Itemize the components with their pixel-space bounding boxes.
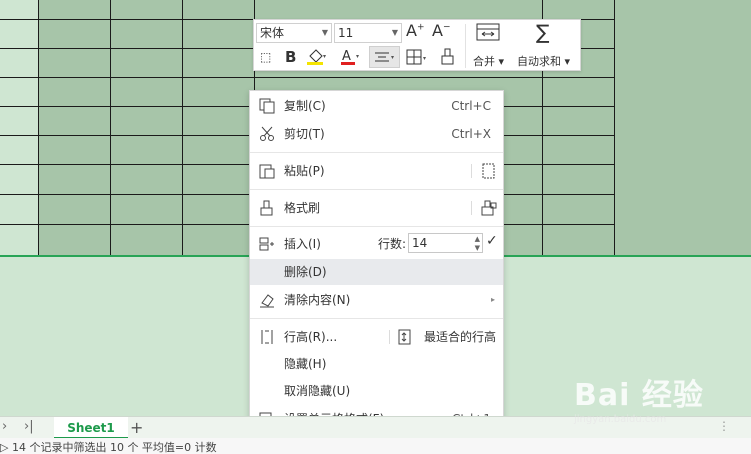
menu-item-label: 复制(C): [284, 99, 326, 113]
best-fit-icon: [398, 329, 411, 345]
menu-divider: [471, 164, 472, 178]
menu-item-label: 格式刷: [284, 201, 321, 215]
rows-count-label: 行数:: [378, 237, 407, 251]
menu-divider: [250, 189, 503, 190]
confirm-check-icon[interactable]: ✓: [486, 233, 498, 249]
toolbar-divider: [465, 24, 466, 68]
font-size-select[interactable]: 11 ▼: [334, 23, 402, 43]
add-sheet-icon[interactable]: +: [130, 417, 143, 439]
menu-item-hide[interactable]: 隐藏(H): [250, 351, 503, 377]
svg-text:▾: ▾: [391, 54, 394, 61]
copy-icon: [259, 98, 275, 114]
menu-item-paste[interactable]: 粘贴(P): [250, 158, 503, 184]
sigma-icon[interactable]: ∑: [536, 20, 549, 44]
paste-icon: [259, 164, 275, 179]
insert-rows-count-input[interactable]: 14 ▲ ▼: [408, 233, 483, 253]
autosum-button[interactable]: 自动求和 ▾: [517, 53, 570, 69]
menu-item-cut[interactable]: 剪切(T) Ctrl+X: [250, 121, 503, 147]
menu-item-copy[interactable]: 复制(C) Ctrl+C: [250, 93, 503, 119]
row-height-icon: [261, 330, 273, 344]
menu-item-label: 隐藏(H): [284, 357, 327, 371]
watermark-url: jingyan.baidu.com: [574, 414, 667, 425]
watermark-logo-text: Bai 经验: [574, 378, 704, 413]
baidu-watermark: Bai 经验 jingyan.baidu.com: [574, 370, 704, 425]
scissors-icon: [260, 126, 274, 141]
best-fit-label: 最适合的行高: [424, 330, 497, 344]
context-menu: 复制(C) Ctrl+C 剪切(T) Ctrl+X 粘贴(P) 格式刷 插入(I…: [249, 90, 504, 454]
format-painter-icon[interactable]: [481, 200, 497, 216]
menu-divider: [250, 152, 503, 153]
menu-item-unhide[interactable]: 取消隐藏(U): [250, 378, 503, 404]
shortcut-label: Ctrl+C: [451, 99, 491, 113]
insert-row-icon: [259, 237, 274, 251]
svg-text:▾: ▾: [423, 55, 426, 62]
svg-text:▾: ▾: [356, 53, 359, 60]
menu-divider: [250, 226, 503, 227]
scroll-divider[interactable]: ⋮: [718, 419, 730, 433]
last-sheet-icon[interactable]: ›|: [24, 419, 34, 434]
bold-icon[interactable]: B: [285, 48, 296, 66]
paste-options-icon[interactable]: [481, 163, 497, 179]
menu-item-label: 删除(D): [284, 265, 327, 279]
border-icon[interactable]: ▾: [406, 48, 430, 70]
align-icon[interactable]: ▾: [369, 46, 400, 68]
brush-icon: [260, 200, 273, 216]
svg-text:▾: ▾: [323, 53, 326, 60]
menu-item-label: 行高(R)...: [284, 330, 338, 344]
next-sheet-icon[interactable]: ›: [2, 419, 7, 434]
menu-item-label: 清除内容(N): [284, 293, 351, 307]
status-text: ▷ 14 个记录中筛选出 10 个 平均值=0 计数: [0, 441, 217, 454]
menu-item-delete[interactable]: 删除(D): [250, 259, 503, 285]
decrease-font-icon[interactable]: A−: [432, 21, 451, 40]
font-name-value: 宋体: [260, 26, 285, 40]
submenu-arrow-icon: ▸: [490, 295, 495, 304]
select-range-icon[interactable]: ⬚: [260, 50, 271, 64]
font-name-select[interactable]: 宋体 ▼: [256, 23, 332, 43]
svg-text:A: A: [342, 49, 351, 64]
menu-item-label: 粘贴(P): [284, 164, 325, 178]
status-bar: ▷ 14 个记录中筛选出 10 个 平均值=0 计数: [0, 438, 751, 454]
font-color-icon[interactable]: A ▾: [340, 48, 362, 70]
spin-up-icon[interactable]: ▲: [475, 235, 480, 243]
fill-color-icon[interactable]: ▾: [306, 48, 328, 70]
chevron-down-icon: ▼: [321, 28, 328, 37]
menu-item-label: 插入(I): [284, 237, 321, 251]
chevron-down-icon: ▼: [391, 28, 398, 37]
floating-format-toolbar: 宋体 ▼ 11 ▼ A+ A− 合并 ▾ ∑ 自动求和 ▾ ⬚ B ▾ A ▾ ▾…: [253, 19, 581, 71]
merge-cells-icon[interactable]: [476, 22, 500, 46]
menu-item-format-painter[interactable]: 格式刷: [250, 195, 503, 221]
eraser-icon: [260, 294, 274, 308]
menu-item-label: 取消隐藏(U): [284, 384, 351, 398]
shortcut-label: Ctrl+X: [451, 127, 491, 141]
format-painter-icon[interactable]: [440, 48, 456, 70]
rows-count-value: 14: [412, 236, 428, 250]
menu-divider: [250, 318, 503, 319]
sheet-tab-active[interactable]: Sheet1: [54, 417, 128, 439]
menu-item-label: 剪切(T): [284, 127, 325, 141]
menu-divider: [471, 201, 472, 215]
font-size-value: 11: [338, 26, 354, 40]
increase-font-icon[interactable]: A+: [406, 21, 425, 40]
menu-divider: [389, 330, 390, 344]
spin-down-icon[interactable]: ▼: [475, 244, 480, 252]
menu-item-clear-content[interactable]: 清除内容(N) ▸: [250, 287, 503, 313]
merge-button[interactable]: 合并 ▾: [473, 53, 504, 69]
